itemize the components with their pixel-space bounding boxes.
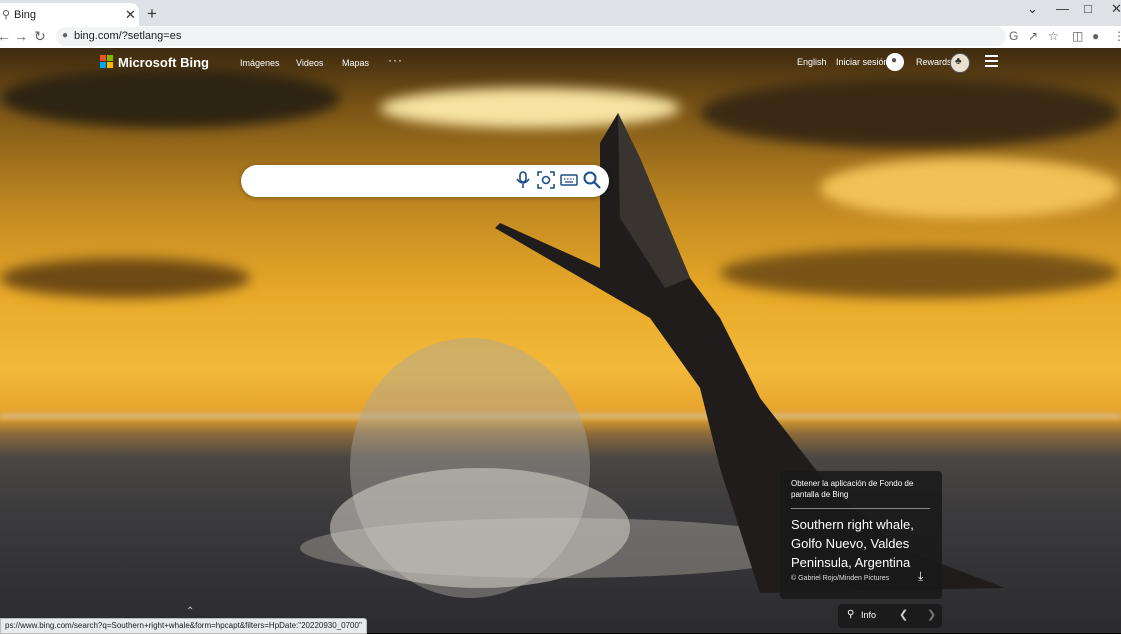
next-image-icon[interactable]: ❯ bbox=[927, 608, 936, 621]
whale-tail-image bbox=[300, 113, 1005, 598]
nav-maps[interactable]: Mapas bbox=[342, 58, 369, 68]
info-button[interactable]: Info bbox=[861, 610, 876, 620]
scroll-up-icon[interactable]: ⌃ bbox=[186, 606, 194, 617]
search-input[interactable] bbox=[255, 172, 509, 192]
profile-icon[interactable]: ● bbox=[1092, 29, 1099, 43]
address-bar: ← → ↻ ● bing.com/?setlang=es G ↗ ☆ ◫ ● ⋮ bbox=[0, 26, 1121, 49]
ms-logo-square bbox=[107, 55, 113, 61]
ms-logo-square bbox=[107, 62, 113, 68]
visual-search-icon[interactable] bbox=[536, 170, 556, 190]
google-icon[interactable]: G bbox=[1009, 29, 1018, 43]
reload-icon[interactable]: ↻ bbox=[34, 28, 46, 45]
new-tab-button[interactable]: + bbox=[147, 4, 157, 24]
url-field[interactable]: ● bing.com/?setlang=es bbox=[56, 27, 1006, 46]
image-title[interactable]: Southern right whale, Golfo Nuevo, Valde… bbox=[791, 515, 931, 572]
microphone-icon[interactable] bbox=[513, 170, 533, 190]
language-link[interactable]: English bbox=[797, 57, 827, 67]
browser-menu-icon[interactable]: ⋮ bbox=[1113, 29, 1121, 43]
minimize-button[interactable]: — bbox=[1056, 1, 1069, 16]
back-icon[interactable]: ← bbox=[0, 28, 11, 44]
tab-search-icon[interactable]: ⌄ bbox=[1027, 1, 1038, 17]
side-panel-icon[interactable]: ◫ bbox=[1072, 29, 1083, 43]
ms-logo-square bbox=[100, 62, 106, 68]
ms-logo-square bbox=[100, 55, 106, 61]
sign-in-link[interactable]: Iniciar sesión bbox=[836, 57, 889, 67]
hamburger-menu-icon[interactable] bbox=[985, 55, 998, 70]
bing-homepage: Microsoft Bing Imágenes Videos Mapas ···… bbox=[0, 48, 1121, 633]
search-icon[interactable] bbox=[582, 170, 602, 190]
image-info-card[interactable]: Obtener la aplicación de Fondo de pantal… bbox=[780, 471, 942, 599]
tab-title: Bing bbox=[14, 9, 37, 21]
close-window-button[interactable]: ✕ bbox=[1111, 1, 1121, 17]
wallpaper-app-promo[interactable]: Obtener la aplicación de Fondo de pantal… bbox=[791, 478, 931, 500]
trophy-icon: ♣ bbox=[955, 56, 962, 67]
nav-videos[interactable]: Videos bbox=[296, 58, 323, 68]
browser-tab[interactable]: ⚲ Bing ✕ bbox=[0, 3, 139, 26]
more-menu-icon[interactable]: ··· bbox=[388, 53, 403, 67]
logo-text: Microsoft Bing bbox=[118, 55, 209, 70]
search-box bbox=[241, 165, 609, 197]
image-credit: © Gabriel Rojo/Minden Pictures bbox=[791, 575, 890, 582]
image-info-bar: ⚲ Info ❮ ❯ bbox=[838, 604, 942, 628]
browser-tab-bar: ⚲ Bing ✕ + ⌄ — □ ✕ bbox=[0, 0, 1121, 26]
location-pin-icon[interactable]: ⚲ bbox=[847, 609, 854, 620]
rewards-link[interactable]: Rewards bbox=[916, 57, 952, 67]
url-text: bing.com/?setlang=es bbox=[74, 30, 182, 42]
user-icon: ● bbox=[891, 55, 898, 66]
previous-image-icon[interactable]: ❮ bbox=[899, 608, 908, 621]
search-icon: ⚲ bbox=[2, 9, 11, 21]
forward-icon[interactable]: → bbox=[14, 28, 28, 44]
bookmark-star-icon[interactable]: ☆ bbox=[1048, 29, 1059, 43]
share-icon[interactable]: ↗ bbox=[1028, 29, 1038, 43]
status-url: ps://www.bing.com/search?q=Southern+righ… bbox=[0, 618, 367, 634]
avatar[interactable]: ● bbox=[886, 53, 904, 71]
keyboard-icon[interactable] bbox=[559, 170, 579, 190]
card-divider bbox=[791, 508, 930, 509]
close-tab-icon[interactable]: ✕ bbox=[125, 7, 136, 23]
lock-icon: ● bbox=[62, 30, 69, 41]
rewards-trophy-icon[interactable]: ♣ bbox=[950, 53, 970, 73]
maximize-button[interactable]: □ bbox=[1084, 1, 1092, 16]
nav-images[interactable]: Imágenes bbox=[240, 58, 280, 68]
download-icon[interactable]: ⤓ bbox=[918, 569, 923, 584]
